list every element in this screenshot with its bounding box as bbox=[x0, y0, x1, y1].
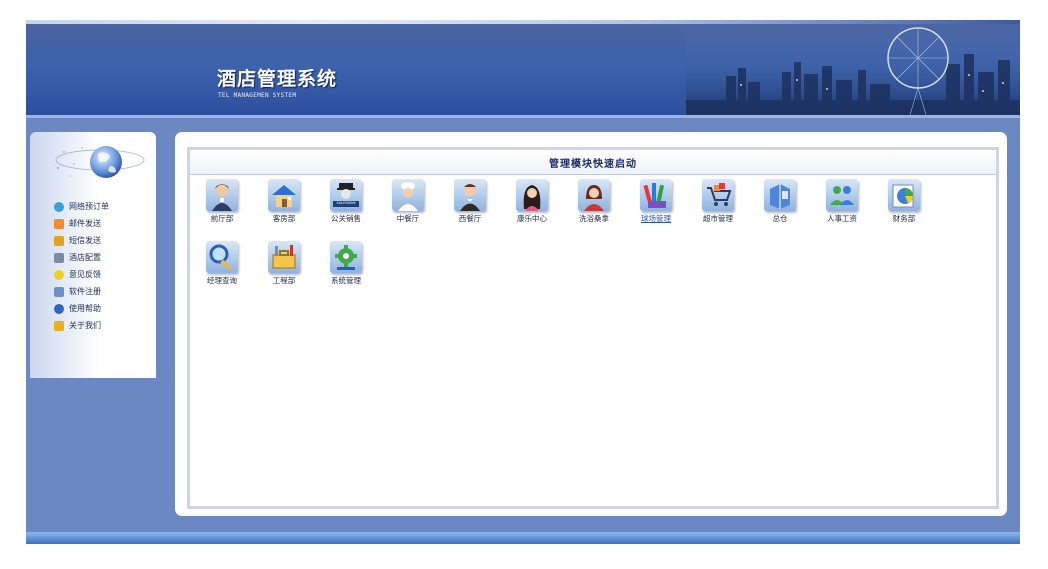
sms-check-icon bbox=[54, 235, 64, 246]
sidebar-item-8[interactable]: 关于我们 bbox=[54, 317, 109, 334]
module-receptionist[interactable]: 前厅部 bbox=[192, 179, 252, 224]
module-pie-chart[interactable]: 财务部 bbox=[874, 179, 934, 224]
star-icon bbox=[54, 320, 64, 331]
warehouse-icon bbox=[764, 179, 796, 211]
app-title: 酒店管理系统 bbox=[217, 68, 338, 90]
globe-logo-icon bbox=[55, 146, 145, 178]
help-icon bbox=[54, 303, 64, 314]
module-label: 工程部 bbox=[272, 276, 296, 285]
module-label: 系统管理 bbox=[331, 276, 361, 285]
sidebar-item-label: 网络预订单 bbox=[69, 202, 109, 211]
module-woman[interactable]: 康乐中心 bbox=[502, 179, 562, 224]
module-people[interactable]: 人事工资 bbox=[812, 179, 872, 224]
module-label: 洗浴桑拿 bbox=[579, 214, 609, 223]
sidebar: 网络预订单邮件发送短信发送酒店配置意见反馈软件注册使用帮助关于我们 bbox=[30, 132, 156, 378]
sidebar-item-label: 邮件发送 bbox=[69, 219, 101, 228]
module-label: 公关销售 bbox=[331, 214, 361, 223]
module-warehouse[interactable]: 总仓 bbox=[750, 179, 810, 224]
sidebar-menu: 网络预订单邮件发送短信发送酒店配置意见反馈软件注册使用帮助关于我们 bbox=[54, 198, 109, 334]
module-pencils[interactable]: 球场管理 bbox=[626, 179, 686, 224]
document-icon bbox=[54, 286, 64, 297]
sidebar-item-label: 意见反馈 bbox=[69, 270, 101, 279]
module-label: 中餐厅 bbox=[396, 214, 420, 223]
sidebar-item-7[interactable]: 使用帮助 bbox=[54, 300, 109, 317]
module-salesman[interactable]: SALESMAN 公关销售 bbox=[316, 179, 376, 224]
module-spa-woman[interactable]: 洗浴桑拿 bbox=[564, 179, 624, 224]
sidebar-item-5[interactable]: 意见反馈 bbox=[54, 266, 109, 283]
woman-icon bbox=[516, 179, 548, 211]
module-label: 康乐中心 bbox=[517, 214, 547, 223]
module-chef[interactable]: 中餐厅 bbox=[378, 179, 438, 224]
receptionist-icon bbox=[206, 179, 238, 211]
sidebar-item-6[interactable]: 软件注册 bbox=[54, 283, 109, 300]
module-system-gear[interactable]: 系统管理 bbox=[316, 241, 376, 286]
sidebar-item-label: 关于我们 bbox=[69, 321, 101, 330]
magnifier-icon bbox=[206, 241, 238, 273]
waiter-icon bbox=[454, 179, 486, 211]
sidebar-item-1[interactable]: 网络预订单 bbox=[54, 198, 109, 215]
toolbox-icon bbox=[268, 241, 300, 273]
pencils-icon bbox=[640, 179, 672, 211]
people-icon bbox=[826, 179, 858, 211]
module-label: 客房部 bbox=[272, 214, 296, 223]
module-magnifier[interactable]: 经理查询 bbox=[192, 241, 252, 286]
spa-woman-icon bbox=[578, 179, 610, 211]
sidebar-item-label: 酒店配置 bbox=[69, 253, 101, 262]
module-house[interactable]: 客房部 bbox=[254, 179, 314, 224]
panel-title: 管理模块快速启动 bbox=[549, 159, 637, 170]
module-launcher: 管理模块快速启动 前厅部 客房部 SALESMAN 公关销售 中餐厅 西餐厅 康乐中心 洗浴桑… bbox=[187, 147, 999, 509]
module-waiter[interactable]: 西餐厅 bbox=[440, 179, 500, 224]
sidebar-item-label: 软件注册 bbox=[69, 287, 101, 296]
app-frame: 酒店管理系统 TEL MANAGEMEN SYSTEM 网络预订单 邮件发送 短… bbox=[26, 20, 1020, 544]
module-label: 球场管理 bbox=[641, 214, 671, 223]
header-banner: 酒店管理系统 TEL MANAGEMEN SYSTEM bbox=[26, 24, 1020, 115]
module-toolbox[interactable]: 工程部 bbox=[254, 241, 314, 286]
wrench-icon bbox=[54, 252, 64, 263]
module-label: 人事工资 bbox=[827, 214, 857, 223]
pie-chart-icon bbox=[888, 179, 920, 211]
city-skyline-image bbox=[686, 24, 1020, 115]
sidebar-item-label: 使用帮助 bbox=[69, 304, 101, 313]
sidebar-item-label: 短信发送 bbox=[69, 236, 101, 245]
app-subtitle: TEL MANAGEMEN SYSTEM bbox=[218, 92, 297, 99]
sidebar-item-3[interactable]: 短信发送 bbox=[54, 232, 109, 249]
footer-bar bbox=[26, 532, 1020, 544]
module-label: 财务部 bbox=[892, 214, 916, 223]
module-label: 西餐厅 bbox=[458, 214, 482, 223]
system-gear-icon bbox=[330, 241, 362, 273]
salesman-icon: SALESMAN bbox=[330, 179, 362, 211]
module-label: 超市管理 bbox=[703, 214, 733, 223]
house-icon bbox=[268, 179, 300, 211]
chef-icon bbox=[392, 179, 424, 211]
mail-icon bbox=[54, 218, 64, 229]
sidebar-item-2[interactable]: 邮件发送 bbox=[54, 215, 109, 232]
module-label: 总仓 bbox=[772, 214, 788, 223]
lightbulb-icon bbox=[54, 269, 64, 280]
sidebar-item-4[interactable]: 酒店配置 bbox=[54, 249, 109, 266]
salesman-badge: SALESMAN bbox=[336, 201, 356, 205]
main-panel: 管理模块快速启动 前厅部 客房部 SALESMAN 公关销售 中餐厅 西餐厅 康乐中心 洗浴桑… bbox=[175, 132, 1007, 516]
globe-icon bbox=[54, 201, 64, 212]
module-label: 经理查询 bbox=[207, 276, 237, 285]
shopping-cart-icon bbox=[702, 179, 734, 211]
module-shopping-cart[interactable]: 超市管理 bbox=[688, 179, 748, 224]
module-label: 前厅部 bbox=[210, 214, 234, 223]
